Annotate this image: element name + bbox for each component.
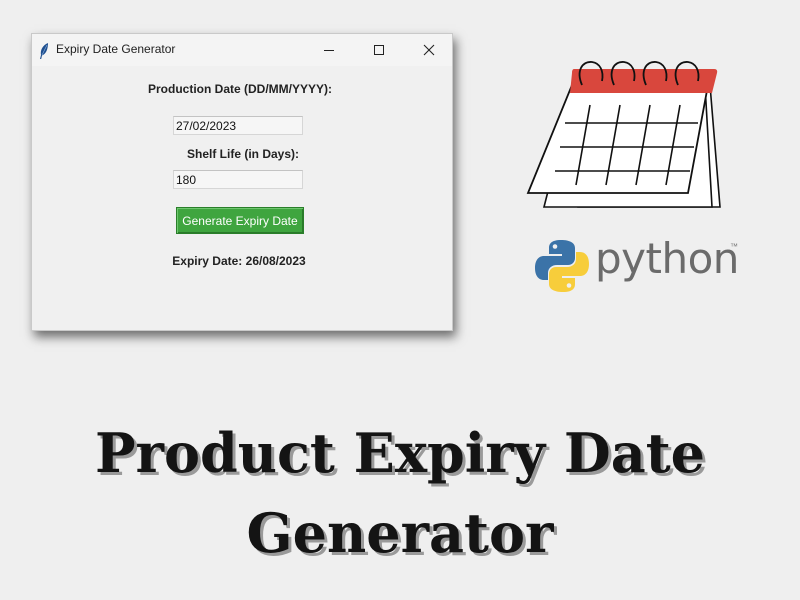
heading-line-1: Product Expiry Date — [94, 421, 706, 485]
expiry-date-result: Expiry Date: 26/08/2023 — [172, 254, 306, 268]
production-date-input[interactable] — [173, 116, 303, 135]
maximize-icon — [373, 44, 385, 56]
title-bar[interactable]: Expiry Date Generator — [32, 34, 452, 66]
python-logo-icon — [534, 238, 590, 294]
python-trademark: ™ — [730, 242, 738, 251]
feather-icon — [38, 42, 50, 60]
minimize-button[interactable] — [306, 34, 352, 66]
calendar-icon — [520, 55, 740, 220]
form-area: Production Date (DD/MM/YYYY): Shelf Life… — [32, 66, 452, 330]
app-window: Expiry Date Generator Production Date (D… — [31, 33, 453, 331]
close-button[interactable] — [406, 34, 452, 66]
maximize-button[interactable] — [356, 34, 402, 66]
heading-line-2: Generator — [246, 501, 554, 565]
shelf-life-input[interactable] — [173, 170, 303, 189]
close-icon — [423, 44, 435, 56]
minimize-icon — [323, 44, 335, 56]
python-wordmark: python — [595, 234, 739, 283]
page-heading: Product Expiry Date Generator — [0, 413, 800, 573]
window-title: Expiry Date Generator — [56, 42, 176, 56]
shelf-life-label: Shelf Life (in Days): — [186, 147, 299, 161]
production-date-label: Production Date (DD/MM/YYYY): — [147, 82, 332, 96]
generate-expiry-date-button[interactable]: Generate Expiry Date — [176, 207, 304, 234]
